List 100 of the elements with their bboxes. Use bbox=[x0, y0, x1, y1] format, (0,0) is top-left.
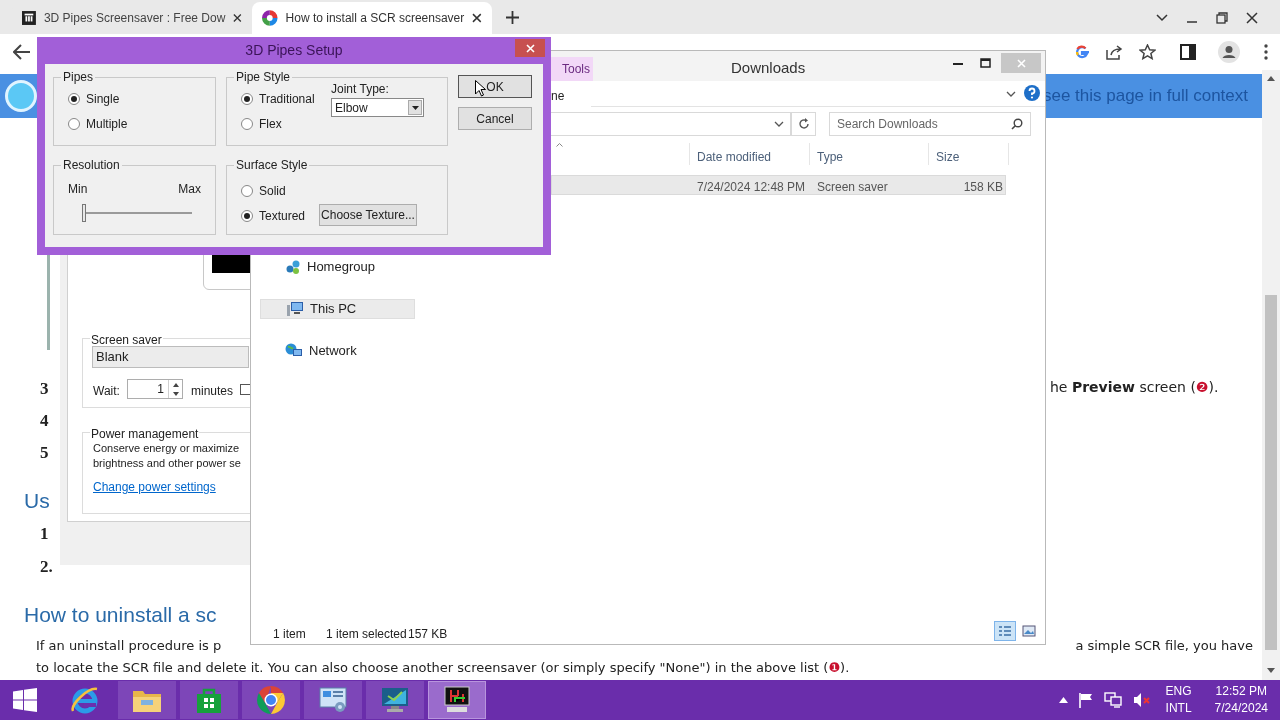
change-power-settings-link[interactable]: Change power settings bbox=[93, 478, 216, 496]
chevron-icon[interactable] bbox=[1156, 14, 1168, 22]
start-icon[interactable] bbox=[13, 688, 37, 712]
paragraph-text: a simple SCR file, you have bbox=[1075, 637, 1253, 655]
browser-e-icon[interactable] bbox=[70, 685, 100, 715]
checkbox[interactable] bbox=[240, 384, 251, 395]
nav-item[interactable]: Network bbox=[260, 341, 415, 361]
monitor-icon[interactable] bbox=[380, 686, 410, 714]
expand-ribbon-icon[interactable] bbox=[1006, 91, 1016, 97]
close-button[interactable] bbox=[515, 39, 545, 57]
scroll-thumb[interactable] bbox=[1265, 295, 1277, 650]
group-label: Pipes bbox=[62, 69, 95, 86]
cancel-button[interactable]: Cancel bbox=[458, 107, 532, 130]
back-icon[interactable] bbox=[13, 44, 31, 60]
profile-icon[interactable] bbox=[1218, 41, 1240, 63]
new-tab-icon[interactable] bbox=[506, 11, 519, 24]
file-row[interactable] bbox=[551, 175, 1006, 195]
group-label: Resolution bbox=[62, 157, 121, 174]
status-text: 1 item selected bbox=[326, 626, 407, 643]
scroll-up-icon[interactable] bbox=[1267, 76, 1275, 81]
screen-saver-dropdown[interactable]: Blank bbox=[92, 346, 249, 368]
refresh-button[interactable] bbox=[791, 112, 816, 136]
chrome-icon[interactable] bbox=[256, 685, 286, 715]
radio-label: Traditional bbox=[259, 90, 315, 108]
share-icon[interactable] bbox=[1106, 44, 1123, 60]
column-header[interactable]: Type bbox=[817, 148, 843, 166]
dropdown-icon[interactable] bbox=[774, 121, 784, 127]
spin-down-icon[interactable] bbox=[172, 391, 179, 396]
radio-button[interactable] bbox=[241, 117, 253, 130]
taskbar-app-button[interactable] bbox=[180, 681, 238, 719]
close-icon[interactable] bbox=[233, 13, 242, 23]
group-label: Surface Style bbox=[235, 157, 309, 174]
radio-button[interactable] bbox=[241, 184, 253, 197]
step-number: 4 bbox=[40, 410, 49, 432]
ribbon-text: ne bbox=[551, 88, 565, 105]
table-cell-text: 158 KB bbox=[962, 179, 1003, 196]
browser-tab[interactable]: How to install a SCR screensaver bbox=[252, 2, 492, 34]
view-button[interactable] bbox=[994, 621, 1016, 641]
slider-thumb[interactable] bbox=[82, 204, 86, 222]
paragraph-text: to locate the SCR file and delete it. You can also choose another screensaver (or simply specify "None") in the above list (❶). bbox=[36, 659, 850, 677]
window-title: Downloads bbox=[731, 58, 806, 78]
slider-min-label: Min bbox=[68, 181, 88, 198]
column-header[interactable]: Size bbox=[936, 148, 960, 166]
radio-button[interactable] bbox=[241, 92, 253, 105]
step-number: 5 bbox=[40, 442, 49, 464]
wait-spin-field[interactable]: 1 bbox=[127, 379, 183, 399]
show-hidden-icon[interactable] bbox=[1058, 697, 1068, 703]
radio-label: Solid bbox=[259, 182, 286, 200]
restore-icon[interactable] bbox=[1216, 12, 1228, 24]
table-cell-text: 7/24/2024 12:48 PM bbox=[697, 179, 806, 196]
radio-label: Single bbox=[86, 90, 120, 108]
description-text: Conserve energy or maximize brightness and other power se bbox=[93, 441, 241, 471]
star-icon[interactable] bbox=[1139, 44, 1156, 60]
section-heading: How to uninstall a sc bbox=[24, 602, 217, 628]
joint-type-dropdown[interactable]: Elbow bbox=[331, 98, 424, 117]
volume-muted-icon[interactable] bbox=[1132, 692, 1151, 708]
radio-label: Textured bbox=[259, 207, 306, 225]
refresh-icon[interactable] bbox=[797, 118, 810, 130]
ok-button[interactable]: OK bbox=[458, 75, 532, 98]
side-panel-icon[interactable] bbox=[1180, 44, 1196, 60]
control-panel-icon[interactable] bbox=[318, 686, 348, 714]
radio-button[interactable] bbox=[68, 117, 80, 130]
status-text: 1 item bbox=[273, 626, 306, 643]
radio-label: Flex bbox=[259, 115, 282, 133]
sort-caret-icon[interactable] bbox=[556, 143, 563, 147]
nav-item[interactable]: This PC bbox=[260, 299, 415, 319]
field-label: Joint Type: bbox=[331, 81, 390, 98]
slider-max-label: Max bbox=[178, 181, 201, 198]
radio-button[interactable] bbox=[68, 92, 80, 105]
network-icon[interactable] bbox=[1103, 692, 1122, 708]
tab-title: How to install a SCR screensaver bbox=[285, 10, 465, 27]
scroll-down-icon[interactable] bbox=[1267, 668, 1275, 673]
wait-label: Wait: bbox=[93, 383, 120, 400]
shopping-bag-icon[interactable] bbox=[196, 686, 222, 714]
flag-icon[interactable] bbox=[1078, 692, 1093, 708]
close-icon[interactable] bbox=[1246, 12, 1258, 24]
pipes-screen-icon[interactable] bbox=[443, 686, 471, 714]
taskbar-app-button[interactable] bbox=[428, 681, 486, 719]
paragraph-text: If an uninstall procedure is p bbox=[36, 637, 222, 655]
minutes-label: minutes bbox=[191, 383, 234, 400]
search-field[interactable]: Search Downloads bbox=[829, 112, 1031, 136]
language-indicator[interactable]: ENG INTL bbox=[1165, 683, 1192, 717]
menu-icon[interactable] bbox=[1264, 44, 1268, 60]
minimize-icon[interactable] bbox=[953, 63, 963, 66]
close-icon[interactable] bbox=[472, 13, 482, 23]
google-icon[interactable] bbox=[1074, 44, 1090, 60]
dialog-title: 3D Pipes Setup bbox=[245, 41, 343, 60]
tiles-view-icon bbox=[1022, 625, 1036, 637]
spin-up-icon[interactable] bbox=[172, 382, 179, 387]
choose-texture-button[interactable]: Choose Texture... bbox=[319, 204, 417, 226]
paragraph-text: he Preview screen (❷). bbox=[1050, 378, 1219, 397]
resolution-slider[interactable] bbox=[82, 204, 192, 222]
radio-button[interactable] bbox=[241, 209, 253, 222]
help-icon[interactable] bbox=[1024, 85, 1040, 101]
ribbon-tab[interactable]: Tools bbox=[549, 57, 593, 81]
column-header[interactable]: Date modified bbox=[697, 148, 772, 166]
clock[interactable]: 12:52 PM 7/24/2024 bbox=[1214, 683, 1268, 717]
nav-item[interactable]: Homegroup bbox=[260, 257, 415, 277]
step-number: 3 bbox=[40, 378, 49, 400]
maximize-icon[interactable] bbox=[980, 58, 991, 68]
